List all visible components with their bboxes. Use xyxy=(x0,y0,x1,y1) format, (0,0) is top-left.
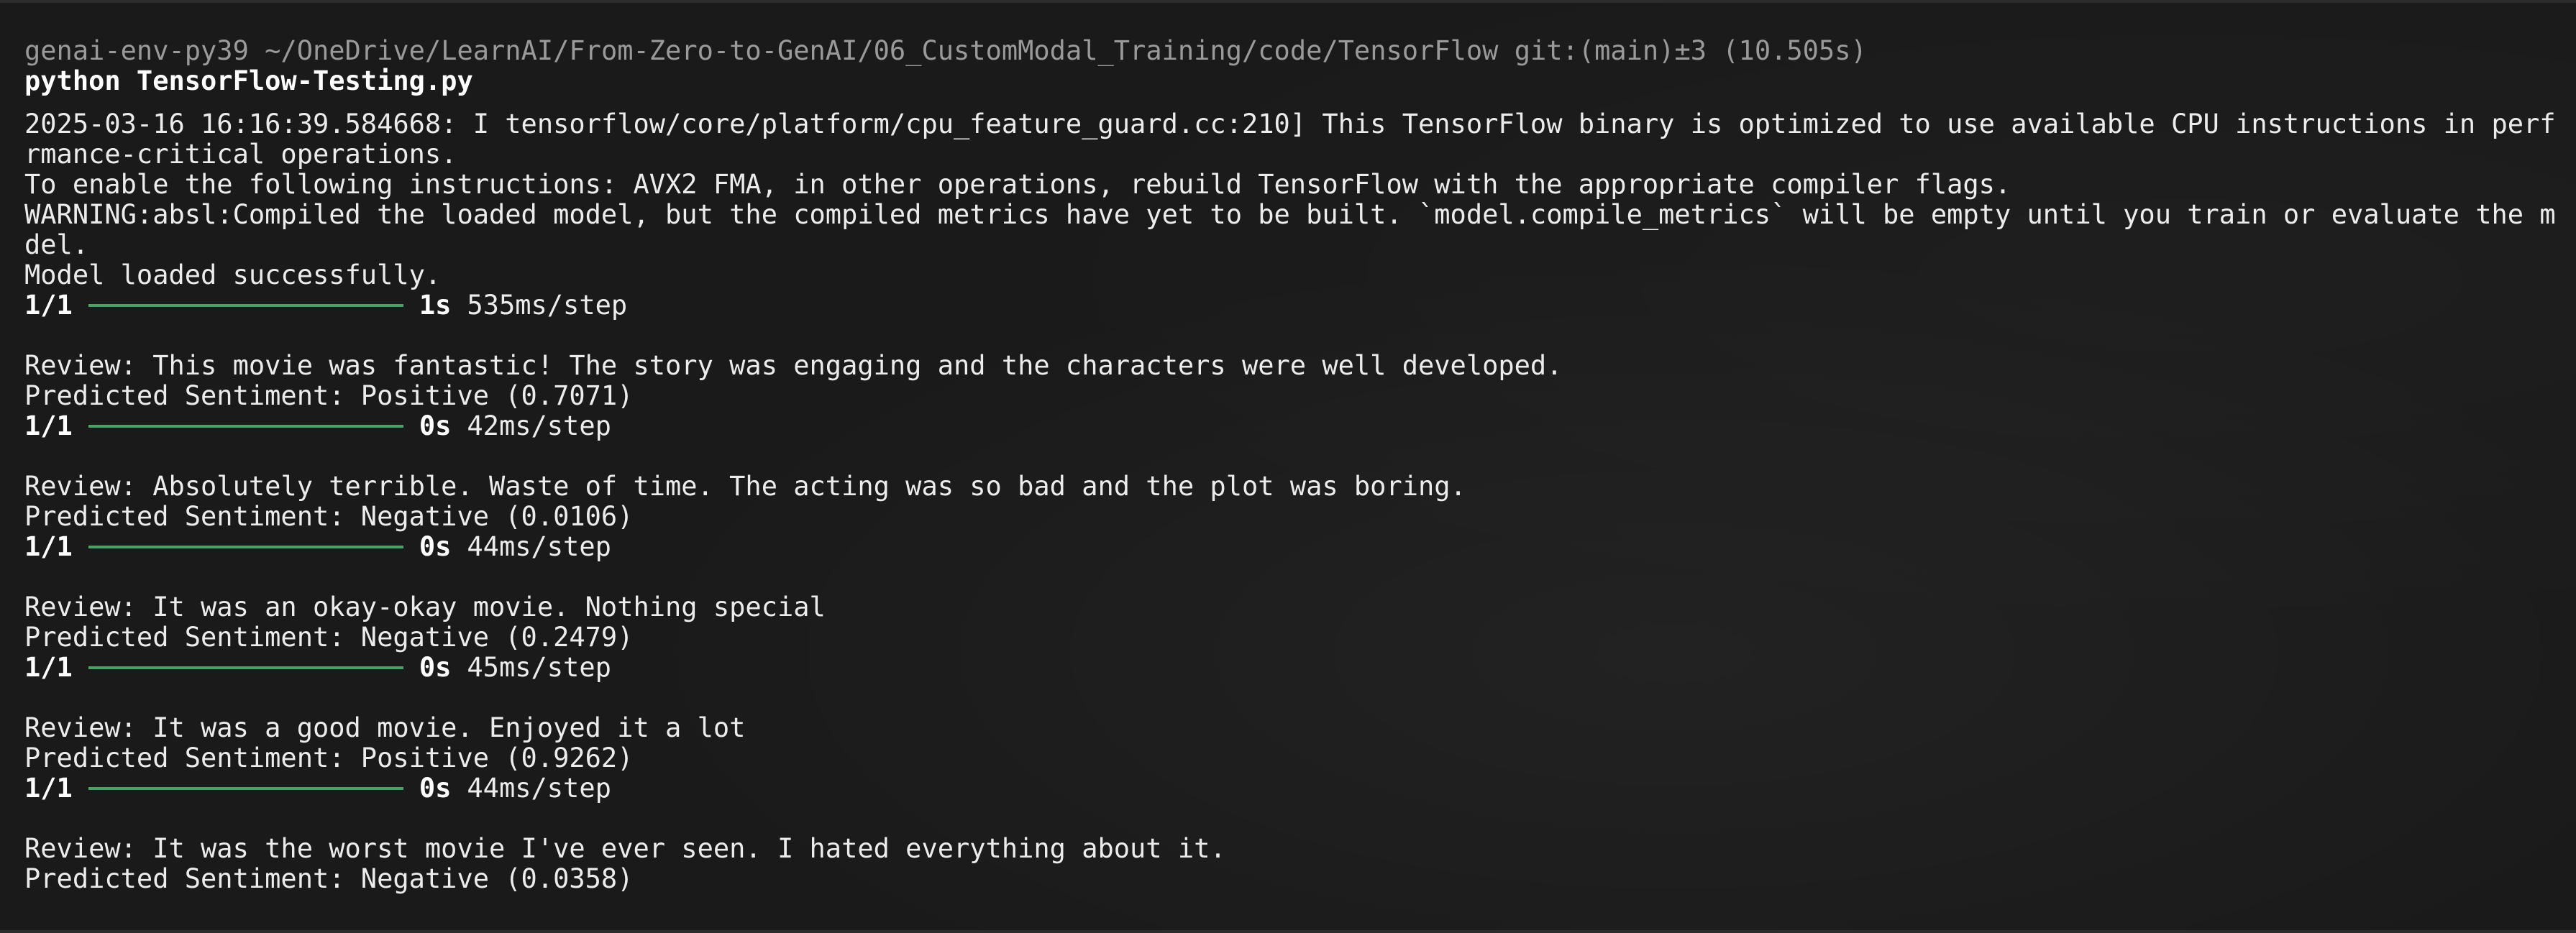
predicted-sentiment: Predicted Sentiment: Positive (0.7071) xyxy=(24,381,634,411)
predicted-sentiment: Predicted Sentiment: Negative (0.0358) xyxy=(24,864,634,894)
progress-count: 1/1 xyxy=(24,532,73,562)
progress-bar xyxy=(88,666,403,669)
progress-time: 0s xyxy=(419,532,452,562)
progress-time: 0s xyxy=(419,773,452,804)
log-line: del. xyxy=(24,230,89,260)
progress-rate: 44ms/step xyxy=(467,532,611,562)
review-text: Review: It was a good movie. Enjoyed it … xyxy=(24,713,746,743)
log-line: Model loaded successfully. xyxy=(24,260,442,290)
progress-count: 1/1 xyxy=(24,773,73,804)
review-text: Review: It was an okay-okay movie. Nothi… xyxy=(24,592,826,622)
progress-count: 1/1 xyxy=(24,411,73,441)
predicted-sentiment: Predicted Sentiment: Positive (0.9262) xyxy=(24,743,634,773)
progress-line: 1/1 0s 42ms/step xyxy=(24,411,2557,441)
log-line: rmance-critical operations. xyxy=(24,139,457,170)
log-line: 2025-03-16 16:16:39.584668: I tensorflow… xyxy=(24,109,2557,139)
progress-line: 1/1 0s 44ms/step xyxy=(24,532,2557,562)
predicted-sentiment: Predicted Sentiment: Negative (0.2479) xyxy=(24,622,634,653)
prompt-duration: (10.505s) xyxy=(1722,36,1867,66)
progress-count: 1/1 xyxy=(24,653,73,683)
progress-line: 1/1 0s 44ms/step xyxy=(24,773,2557,804)
progress-time: 1s xyxy=(419,290,452,321)
progress-time: 0s xyxy=(419,653,452,683)
progress-line: 1/1 1s 535ms/step xyxy=(24,290,2557,321)
progress-rate: 44ms/step xyxy=(467,773,611,804)
log-line: To enable the following instructions: AV… xyxy=(24,170,2011,200)
progress-bar xyxy=(88,304,403,307)
prompt-git-status: git:(main)±3 xyxy=(1514,36,1707,66)
progress-bar xyxy=(88,425,403,428)
window-bottom-border xyxy=(0,930,2576,933)
predicted-sentiment: Predicted Sentiment: Negative (0.0106) xyxy=(24,502,634,532)
shell-prompt: genai-env-py39 ~/OneDrive/LearnAI/From-Z… xyxy=(24,36,2557,66)
progress-count: 1/1 xyxy=(24,290,73,321)
progress-bar xyxy=(88,546,403,548)
prompt-path: ~/OneDrive/LearnAI/From-Zero-to-GenAI/06… xyxy=(265,36,1499,66)
progress-rate: 45ms/step xyxy=(467,653,611,683)
review-text: Review: It was the worst movie I've ever… xyxy=(24,834,1226,864)
progress-time: 0s xyxy=(419,411,452,441)
prompt-env: genai-env-py39 xyxy=(24,36,249,66)
terminal-output[interactable]: genai-env-py39 ~/OneDrive/LearnAI/From-Z… xyxy=(24,36,2557,894)
progress-line: 1/1 0s 45ms/step xyxy=(24,653,2557,683)
window-top-border xyxy=(0,0,2576,3)
progress-rate: 535ms/step xyxy=(467,290,628,321)
review-text: Review: Absolutely terrible. Waste of ti… xyxy=(24,472,1466,502)
progress-bar xyxy=(88,787,403,790)
progress-rate: 42ms/step xyxy=(467,411,611,441)
review-text: Review: This movie was fantastic! The st… xyxy=(24,351,1563,381)
command-line: python TensorFlow-Testing.py xyxy=(24,66,473,96)
log-line: WARNING:absl:Compiled the loaded model, … xyxy=(24,200,2557,230)
